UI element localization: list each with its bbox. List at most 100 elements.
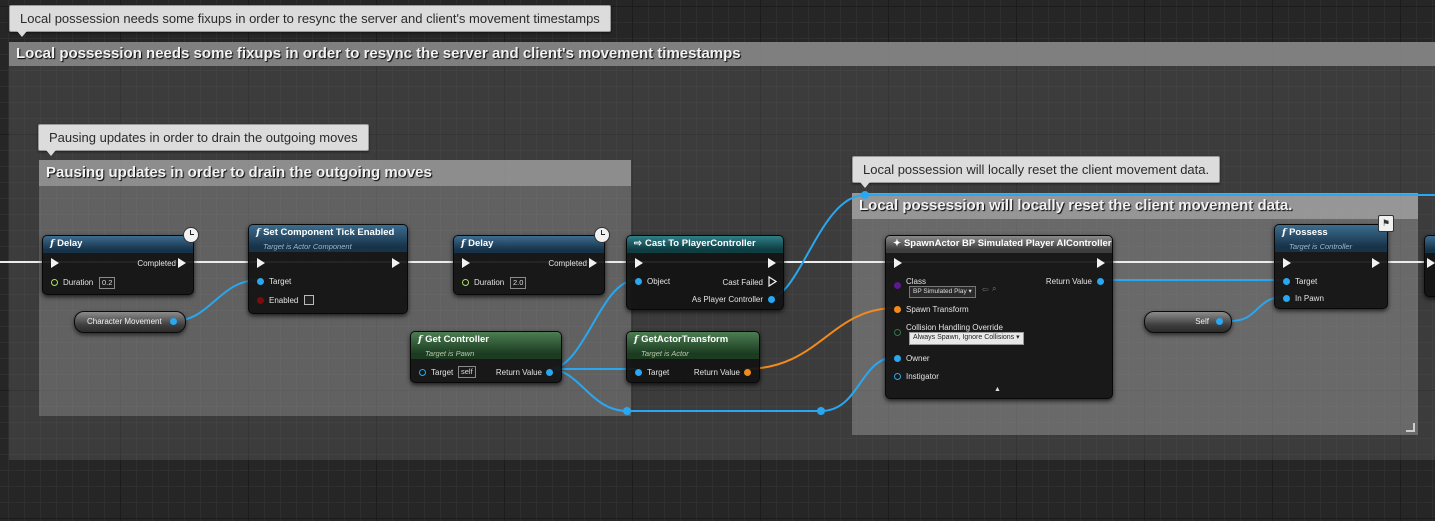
- enabled-label: Enabled: [269, 296, 299, 305]
- collision-pin[interactable]: [894, 329, 901, 336]
- self-pin[interactable]: [1216, 318, 1223, 325]
- return-value-label: Return Value: [1045, 277, 1092, 286]
- cast-failed-label: Cast Failed: [722, 278, 763, 287]
- exec-in-pin[interactable]: [635, 258, 643, 268]
- collision-label: Collision Handling Override: [906, 323, 1003, 332]
- owner-label: Owner: [906, 354, 930, 363]
- class-pin[interactable]: [894, 282, 901, 289]
- get-actor-transform-header[interactable]: f GetActorTransform Target is Actor: [627, 332, 759, 359]
- return-value-pin[interactable]: [1097, 278, 1104, 285]
- set-tick-enabled-title: Set Component Tick Enabled: [263, 227, 395, 238]
- get-controller-node[interactable]: f Get Controller Target is Pawn Target se…: [410, 331, 562, 383]
- exec-in-pin[interactable]: [894, 258, 902, 268]
- target-pin[interactable]: [419, 369, 426, 376]
- return-value-pin[interactable]: [546, 369, 553, 376]
- cast-node-title: Cast To PlayerController: [644, 238, 756, 249]
- possess-title: Possess: [1289, 227, 1328, 238]
- exec-out-pin[interactable]: [1097, 258, 1105, 268]
- in-pawn-label: In Pawn: [1295, 294, 1324, 303]
- set-tick-enabled-subtitle: Target is Actor Component: [263, 242, 352, 251]
- duration-pin[interactable]: [462, 279, 469, 286]
- enabled-checkbox[interactable]: [304, 295, 314, 305]
- cast-failed-pin-outline: [768, 276, 777, 287]
- completed-label: Completed: [137, 259, 176, 268]
- target-label: Target: [269, 277, 292, 286]
- get-controller-title: Get Controller: [425, 334, 489, 345]
- spawn-actor-node[interactable]: ✦ SpawnActor BP Simulated Player AIContro…: [885, 235, 1113, 399]
- spawn-actor-title: SpawnActor BP Simulated Player AIControl…: [903, 238, 1112, 249]
- return-value-pin[interactable]: [744, 369, 751, 376]
- exec-in-pin[interactable]: [1427, 258, 1435, 268]
- browse-arrow-icon[interactable]: ⇦: [982, 285, 989, 294]
- self-label: Self: [1195, 317, 1209, 326]
- in-pawn-pin[interactable]: [1283, 295, 1290, 302]
- character-movement-pin[interactable]: [170, 318, 177, 325]
- delay-node-1[interactable]: f Delay Completed Duration 0.2: [42, 235, 194, 295]
- possess-header[interactable]: f Possess Target is Controller: [1275, 225, 1387, 252]
- exec-in-pin[interactable]: [51, 258, 59, 268]
- exec-out-pin[interactable]: [178, 258, 186, 268]
- character-movement-node[interactable]: Character Movement: [74, 311, 186, 333]
- exec-in-pin[interactable]: [1283, 258, 1291, 268]
- set-tick-enabled-header[interactable]: f Set Component Tick Enabled Target is Ac…: [249, 225, 407, 252]
- exec-out-pin[interactable]: [589, 258, 597, 268]
- return-value-label: Return Value: [495, 368, 542, 377]
- as-player-controller-label: As Player Controller: [691, 295, 763, 304]
- possess-subtitle: Target is Controller: [1289, 242, 1353, 251]
- get-controller-subtitle: Target is Pawn: [425, 349, 475, 358]
- exec-out-pin[interactable]: [768, 258, 776, 268]
- return-value-label: Return Value: [693, 368, 740, 377]
- duration-label: Duration: [63, 278, 94, 287]
- class-dropdown[interactable]: BP Simulated Play ▾: [909, 286, 976, 298]
- clock-icon: [594, 227, 610, 243]
- duration-input[interactable]: 2.0: [510, 277, 527, 289]
- network-authority-icon: ⚑: [1378, 215, 1394, 232]
- exec-in-pin[interactable]: [257, 258, 265, 268]
- target-label: Target: [431, 368, 454, 377]
- as-player-controller-pin[interactable]: [768, 296, 775, 303]
- spawn-icon: ✦: [893, 238, 901, 249]
- duration-pin[interactable]: [51, 279, 58, 286]
- get-controller-header[interactable]: f Get Controller Target is Pawn: [411, 332, 561, 359]
- exec-in-pin[interactable]: [462, 258, 470, 268]
- instigator-pin[interactable]: [894, 373, 901, 380]
- delay-node-1-title: Delay: [57, 238, 83, 249]
- instigator-label: Instigator: [906, 372, 939, 381]
- enabled-pin[interactable]: [257, 297, 264, 304]
- get-actor-transform-node[interactable]: f GetActorTransform Target is Actor Targe…: [626, 331, 760, 383]
- offscreen-node-header[interactable]: [1425, 236, 1435, 253]
- wire-transform-spawn: [744, 307, 897, 370]
- offscreen-node[interactable]: [1424, 235, 1435, 297]
- cast-to-playercontroller-node[interactable]: ⇨ Cast To PlayerController Object Cast Fa…: [626, 235, 784, 310]
- exec-out-pin[interactable]: [392, 258, 400, 268]
- exec-out-pin[interactable]: [1372, 258, 1380, 268]
- duration-label: Duration: [474, 278, 505, 287]
- delay-node-1-header[interactable]: f Delay: [43, 236, 193, 253]
- owner-pin[interactable]: [894, 355, 901, 362]
- delay-node-2-header[interactable]: f Delay: [454, 236, 604, 253]
- possess-node[interactable]: f Possess Target is Controller Target In …: [1274, 224, 1388, 309]
- object-pin[interactable]: [635, 278, 642, 285]
- target-self-value: self: [458, 366, 476, 378]
- completed-label: Completed: [548, 259, 587, 268]
- class-label: Class: [906, 277, 927, 286]
- cast-node-header[interactable]: ⇨ Cast To PlayerController: [627, 236, 783, 253]
- target-pin[interactable]: [1283, 278, 1290, 285]
- set-tick-enabled-node[interactable]: f Set Component Tick Enabled Target is Ac…: [248, 224, 408, 314]
- search-icon[interactable]: ⌕: [992, 284, 996, 294]
- duration-input[interactable]: 0.2: [99, 277, 116, 289]
- target-pin[interactable]: [257, 278, 264, 285]
- spawn-transform-pin[interactable]: [894, 306, 901, 313]
- collision-dropdown[interactable]: Always Spawn, Ignore Collisions ▾: [909, 332, 1024, 345]
- delay-node-2[interactable]: f Delay Completed Duration 2.0: [453, 235, 605, 295]
- spawn-actor-header[interactable]: ✦ SpawnActor BP Simulated Player AIContro…: [886, 236, 1112, 253]
- spawn-transform-label: Spawn Transform: [906, 305, 969, 314]
- object-label: Object: [647, 277, 671, 286]
- expand-arrow-icon[interactable]: ▲: [994, 386, 1001, 393]
- class-dropdown-value: BP Simulated Play: [913, 288, 967, 295]
- clock-icon: [183, 227, 199, 243]
- target-pin[interactable]: [635, 369, 642, 376]
- self-node[interactable]: Self: [1144, 311, 1232, 333]
- collision-dropdown-value: Always Spawn, Ignore Collisions: [913, 334, 1015, 341]
- target-label: Target: [647, 368, 670, 377]
